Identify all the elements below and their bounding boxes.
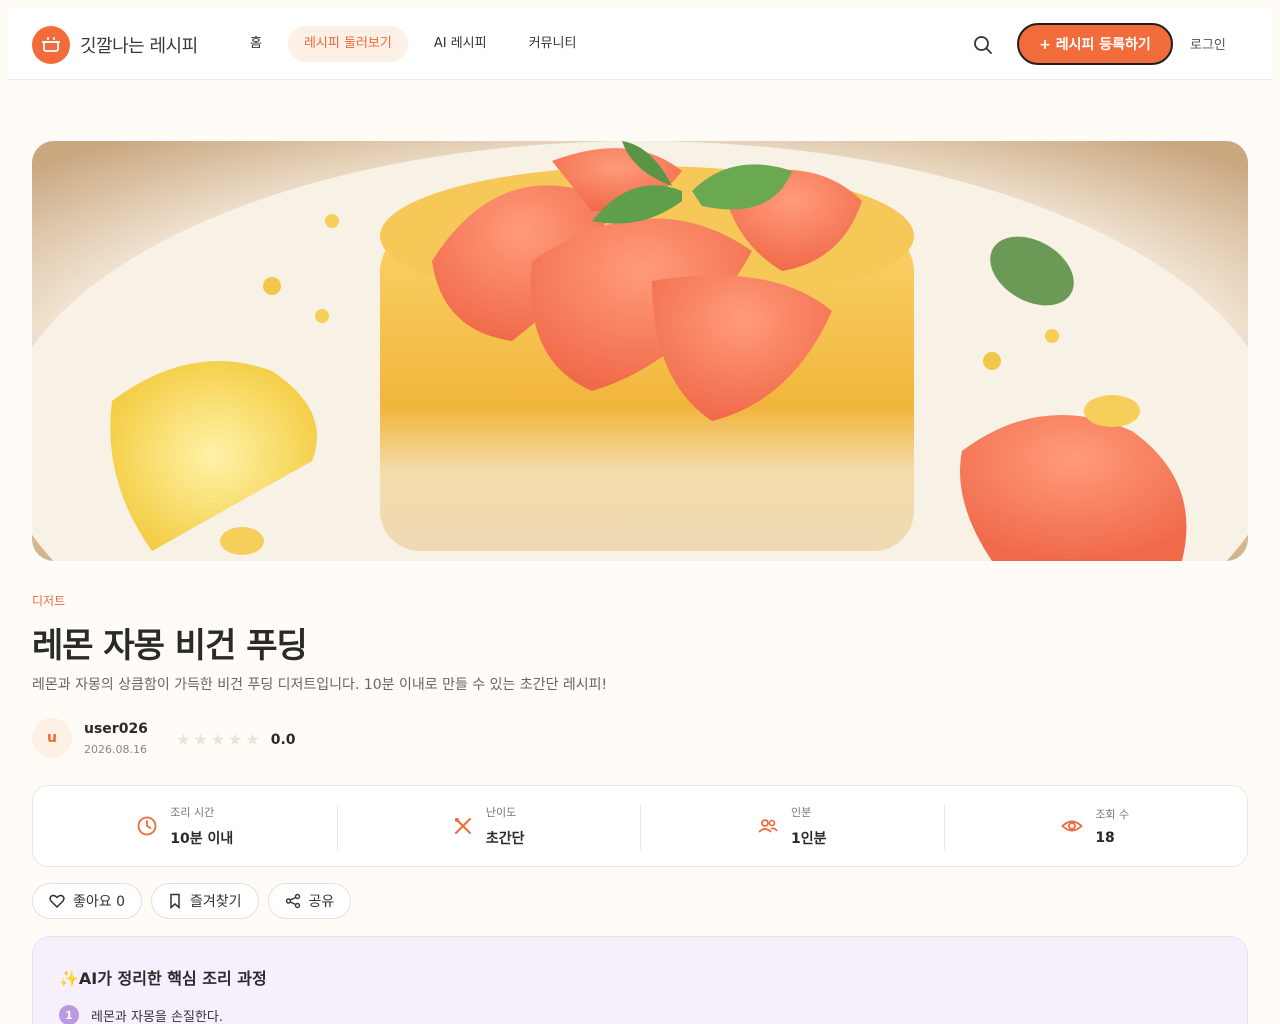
ai-step: 1 레몬과 자몽을 손질한다. (59, 1005, 223, 1024)
stat-value: 18 (1095, 830, 1115, 846)
bookmark-icon (170, 893, 180, 909)
hero-image (32, 141, 1248, 561)
post-date: 2026.08.16 (84, 742, 147, 756)
logo[interactable]: 깃깔나는 레시피 (32, 26, 198, 64)
like-button[interactable]: 좋아요 0 (32, 883, 142, 919)
bookmark-button[interactable]: 즐겨찾기 (151, 883, 259, 919)
recipe-title: 레몬 자몽 비건 푸딩 (32, 626, 308, 666)
share-icon (285, 893, 300, 909)
search-icon[interactable] (972, 34, 994, 56)
nav-community[interactable]: 커뮤니티 (513, 26, 593, 62)
stat-difficulty: 난이도 초간단 (336, 786, 641, 866)
ai-summary-box: ✨AI가 정리한 핵심 조리 과정 1 레몬과 자몽을 손질한다. (32, 936, 1248, 1024)
nav-ai-recipe[interactable]: AI 레시피 (418, 26, 503, 62)
stat-views: 조회 수 18 (943, 786, 1248, 866)
stat-value: 초간단 (485, 831, 525, 847)
author-block[interactable]: u user026 2026.08.16 (32, 718, 148, 758)
top-header: 깃깔나는 레시피 홈 레시피 둘러보기 AI 레시피 커뮤니티 + 레시피 등록… (8, 8, 1272, 80)
step-text: 레몬과 자몽을 손질한다. (91, 1009, 223, 1024)
recipe-description: 레몬과 자몽의 상큼함이 가득한 비건 푸딩 디저트입니다. 10분 이내로 만… (32, 677, 608, 693)
logo-text: 깃깔나는 레시피 (80, 36, 198, 57)
stat-value: 1인분 (790, 831, 827, 847)
author-name[interactable]: user026 (84, 721, 148, 737)
avatar[interactable]: u (32, 718, 72, 758)
people-icon (758, 819, 778, 833)
pot-icon (32, 26, 70, 64)
stat-label: 난이도 (485, 806, 517, 819)
stat-label: 조회 수 (1095, 808, 1130, 821)
login-link[interactable]: 로그인 (1190, 34, 1226, 53)
stat-servings: 인분 1인분 (640, 786, 944, 866)
rating-value: 0.0 (270, 731, 296, 748)
bookmark-label: 즐겨찾기 (190, 894, 242, 910)
stat-cook-time: 조리 시간 10분 이내 (33, 786, 337, 866)
star-icon: ★ (176, 730, 191, 749)
recipe-stats: 조리 시간 10분 이내 난이도 초간단 인분 1인분 조회 수 18 (32, 785, 1248, 867)
star-icon: ★ (228, 730, 243, 749)
nav-home[interactable]: 홈 (234, 26, 278, 62)
clock-icon (137, 816, 157, 836)
stat-label: 조리 시간 (170, 806, 215, 819)
register-recipe-button[interactable]: + 레시피 등록하기 (1017, 23, 1173, 65)
stat-label: 인분 (790, 806, 812, 819)
rating: ★ ★ ★ ★ ★ 0.0 (176, 730, 296, 749)
action-bar: 좋아요 0 즐겨찾기 공유 (32, 883, 360, 919)
main-nav: 홈 레시피 둘러보기 AI 레시피 커뮤니티 (234, 26, 602, 62)
share-button[interactable]: 공유 (267, 883, 352, 919)
star-icon: ★ (193, 730, 208, 749)
nav-browse-recipes[interactable]: 레시피 둘러보기 (287, 26, 408, 62)
star-icon: ★ (245, 730, 260, 749)
heart-icon (49, 894, 65, 909)
ai-summary-title: ✨AI가 정리한 핵심 조리 과정 (59, 969, 267, 988)
share-label: 공유 (308, 894, 335, 910)
utensils-icon (454, 818, 471, 834)
star-icon: ★ (210, 730, 226, 749)
recipe-category[interactable]: 디저트 (32, 592, 65, 609)
stat-value: 10분 이내 (170, 831, 234, 847)
step-number: 1 (59, 1005, 79, 1024)
like-label: 좋아요 0 (73, 894, 125, 910)
eye-icon (1061, 820, 1084, 832)
